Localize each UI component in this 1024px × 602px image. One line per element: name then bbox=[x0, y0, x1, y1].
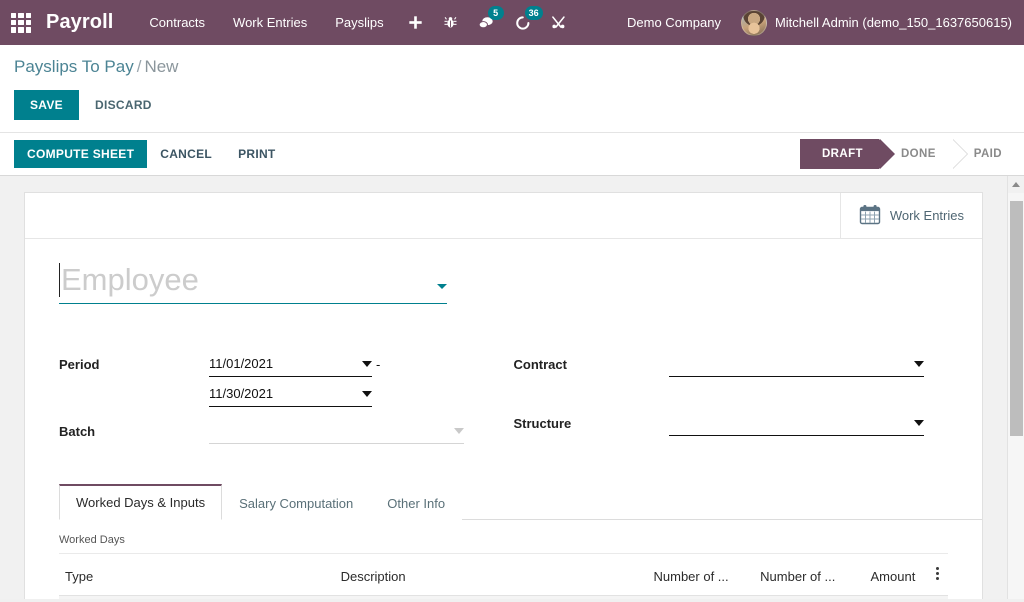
bug-icon[interactable] bbox=[433, 0, 468, 45]
column-header-number-of-hours[interactable]: Number of ... bbox=[735, 554, 842, 596]
form-sheet: Work Entries Employee Period bbox=[24, 192, 983, 599]
work-entries-stat-button[interactable]: Work Entries bbox=[840, 193, 982, 238]
notebook-tabs: Worked Days & Inputs Salary Computation … bbox=[59, 483, 982, 520]
activities-clock-icon[interactable]: 36 bbox=[505, 0, 541, 45]
compute-sheet-button[interactable]: COMPUTE SHEET bbox=[14, 140, 147, 168]
action-statusbar: COMPUTE SHEET CANCEL PRINT DRAFT DONE PA… bbox=[0, 132, 1024, 176]
column-header-amount[interactable]: Amount bbox=[841, 554, 921, 596]
period-range-separator: - bbox=[376, 354, 380, 376]
table-row[interactable] bbox=[59, 596, 948, 600]
batch-label: Batch bbox=[59, 419, 209, 445]
stage-draft[interactable]: DRAFT bbox=[800, 139, 879, 169]
structure-label: Structure bbox=[514, 411, 669, 437]
column-header-description[interactable]: Description bbox=[335, 554, 628, 596]
period-date-to-input[interactable]: 11/30/2021 bbox=[209, 382, 372, 407]
tab-other-info[interactable]: Other Info bbox=[370, 486, 462, 520]
tab-panel-worked-days: Worked Days Type bbox=[59, 520, 982, 599]
nav-item-contracts[interactable]: Contracts bbox=[135, 0, 219, 45]
empty-row-cell[interactable] bbox=[59, 596, 948, 600]
period-field-row: Period 11/01/2021 - bbox=[59, 352, 504, 407]
fields-grid: Period 11/01/2021 - bbox=[59, 352, 948, 461]
worked-days-table: Type Description Number of ... Number of… bbox=[59, 554, 948, 599]
calendar-icon bbox=[859, 204, 881, 228]
worked-days-title: Worked Days bbox=[59, 534, 948, 554]
batch-field-row: Batch bbox=[59, 419, 504, 449]
user-menu-label: Mitchell Admin (demo_150_1637650615) bbox=[775, 15, 1012, 30]
employee-dropdown-caret-icon[interactable] bbox=[437, 284, 447, 289]
notebook: Worked Days & Inputs Salary Computation … bbox=[25, 483, 982, 599]
contract-control bbox=[669, 352, 949, 377]
apps-grid-icon[interactable] bbox=[8, 10, 34, 36]
discard-button[interactable]: DISCARD bbox=[79, 90, 168, 120]
worked-days-header-row: Type Description Number of ... Number of… bbox=[59, 554, 948, 596]
structure-input[interactable] bbox=[669, 411, 924, 436]
contract-field-row: Contract bbox=[514, 352, 949, 382]
control-panel: Payslips To Pay/New SAVE DISCARD bbox=[0, 45, 1024, 132]
employee-field[interactable]: Employee bbox=[59, 261, 447, 304]
plus-icon[interactable] bbox=[398, 0, 433, 45]
form-body: Employee Period 11/01/2021 bbox=[25, 239, 982, 461]
stat-button-row: Work Entries bbox=[25, 193, 982, 239]
employee-input[interactable]: Employee bbox=[61, 261, 437, 299]
work-entries-stat-label: Work Entries bbox=[890, 208, 964, 223]
period-date-from-input[interactable]: 11/01/2021 bbox=[209, 352, 372, 377]
structure-field-row: Structure bbox=[514, 411, 949, 441]
save-discard-bar: SAVE DISCARD bbox=[14, 90, 1010, 132]
breadcrumb-root[interactable]: Payslips To Pay bbox=[14, 57, 134, 76]
batch-control bbox=[209, 419, 504, 444]
tools-icon[interactable] bbox=[541, 0, 576, 45]
user-menu[interactable]: Mitchell Admin (demo_150_1637650615) bbox=[735, 10, 1012, 36]
nav-item-work-entries[interactable]: Work Entries bbox=[219, 0, 321, 45]
scroll-content: Work Entries Employee Period bbox=[0, 176, 1007, 599]
save-button[interactable]: SAVE bbox=[14, 90, 79, 120]
statusbar-stages: DRAFT DONE PAID bbox=[800, 133, 1006, 175]
column-options-dots[interactable] bbox=[936, 567, 939, 582]
period-from-dropdown-caret-icon[interactable] bbox=[362, 361, 372, 367]
breadcrumb-separator: / bbox=[137, 57, 142, 76]
period-controls: 11/01/2021 - 11/30/2021 bbox=[209, 352, 504, 407]
worked-days-body bbox=[59, 596, 948, 600]
fields-column-left: Period 11/01/2021 - bbox=[59, 352, 504, 461]
company-selector[interactable]: Demo Company bbox=[613, 15, 735, 30]
structure-dropdown-caret-icon[interactable] bbox=[914, 420, 924, 426]
print-button[interactable]: PRINT bbox=[225, 140, 289, 168]
period-label: Period bbox=[59, 352, 209, 378]
period-to-dropdown-caret-icon[interactable] bbox=[362, 391, 372, 397]
breadcrumb-current: New bbox=[144, 57, 178, 76]
app-brand-payroll[interactable]: Payroll bbox=[46, 11, 113, 34]
cancel-button[interactable]: CANCEL bbox=[147, 140, 225, 168]
column-header-type[interactable]: Type bbox=[59, 554, 335, 596]
column-options-icon[interactable] bbox=[921, 554, 948, 596]
contract-input[interactable] bbox=[669, 352, 924, 377]
batch-dropdown-caret-icon[interactable] bbox=[454, 428, 464, 434]
vertical-scrollbar[interactable] bbox=[1007, 176, 1024, 599]
scroll-up-arrow-icon[interactable] bbox=[1008, 176, 1024, 193]
tab-worked-days-and-inputs[interactable]: Worked Days & Inputs bbox=[59, 484, 222, 520]
avatar bbox=[741, 10, 767, 36]
nav-item-payslips[interactable]: Payslips bbox=[321, 0, 397, 45]
form-scroll-area: Work Entries Employee Period bbox=[0, 176, 1024, 599]
tab-salary-computation[interactable]: Salary Computation bbox=[222, 486, 370, 520]
messages-icon[interactable]: 5 bbox=[468, 0, 505, 45]
contract-label: Contract bbox=[514, 352, 669, 378]
period-date-from-value: 11/01/2021 bbox=[209, 353, 356, 375]
fields-column-right: Contract Structure bbox=[504, 352, 949, 461]
messages-badge: 5 bbox=[488, 6, 504, 20]
top-navbar: Payroll Contracts Work Entries Payslips … bbox=[0, 0, 1024, 45]
contract-dropdown-caret-icon[interactable] bbox=[914, 361, 924, 367]
batch-input[interactable] bbox=[209, 419, 464, 444]
column-header-number-of-days[interactable]: Number of ... bbox=[628, 554, 735, 596]
text-cursor bbox=[59, 263, 60, 297]
structure-control bbox=[669, 411, 949, 436]
period-date-to-value: 11/30/2021 bbox=[209, 383, 356, 405]
scrollbar-thumb[interactable] bbox=[1010, 201, 1023, 436]
breadcrumb: Payslips To Pay/New bbox=[14, 57, 1010, 77]
